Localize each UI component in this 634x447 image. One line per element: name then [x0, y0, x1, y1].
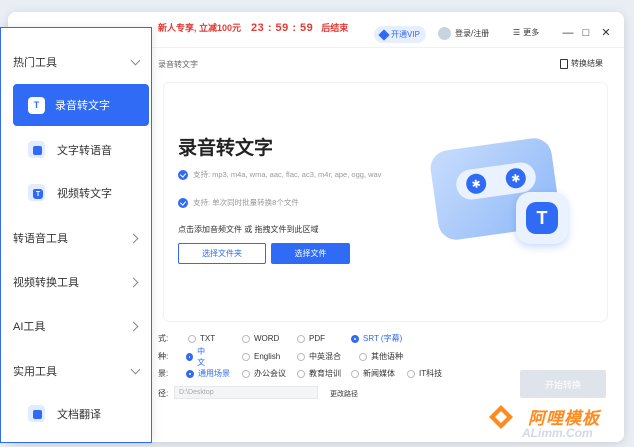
watermark: 阿哩模板 ALimm.Com — [482, 398, 632, 446]
audio-to-text-illustration: ✱ ✱ T — [428, 135, 578, 260]
sidebar-group-label: 热门工具 — [13, 57, 57, 69]
sidebar-group-utility-tools[interactable]: 实用工具 — [13, 363, 143, 379]
language-radio-other[interactable]: 其他语种 — [359, 351, 403, 362]
sidebar-group-video-tools[interactable]: 视频转换工具 — [13, 274, 143, 290]
vip-label: 开通VIP — [391, 30, 420, 39]
text-t-icon: T — [516, 192, 568, 244]
scene-label: 景: — [158, 369, 169, 378]
language-radio-mixed[interactable]: 中英混合 — [297, 351, 341, 362]
more-label: 更多 — [523, 28, 540, 37]
chevron-down-icon — [130, 55, 141, 65]
page-title: 录音转文字 — [178, 138, 274, 159]
sidebar-item-label: 文字转语音 — [57, 144, 112, 157]
language-radio-chinese[interactable]: 中文 — [186, 346, 206, 368]
scene-radio-it[interactable]: IT科技 — [407, 368, 442, 379]
scene-radio-meeting[interactable]: 办公会议 — [242, 368, 286, 379]
drop-hint: 点击添加音频文件 或 拖拽文件到此区域 — [178, 225, 319, 234]
scene-row: 景: 通用场景 办公会议 教育培训 新闻媒体 IT科技 — [158, 368, 442, 379]
scene-radio-general[interactable]: 通用场景 — [186, 368, 230, 379]
breadcrumb: 录音转文字 — [158, 60, 198, 69]
feature-batch-text: 支持: 单次同时批量转换8个文件 — [193, 198, 299, 207]
promo-countdown: 23 : 59 : 59 — [251, 21, 314, 34]
text-to-speech-icon — [28, 141, 45, 158]
login-label: 登录/注册 — [455, 29, 490, 38]
close-button[interactable]: ✕ — [600, 27, 612, 39]
conversion-results-label: 转换结果 — [571, 59, 603, 68]
promo-tail: 后结束 — [321, 23, 349, 33]
sidebar-item-label: 文档翻译 — [57, 408, 101, 421]
feature-formats: 支持: mp3, m4a, wma, aac, flac, ac3, m4r, … — [178, 170, 413, 180]
avatar-icon — [438, 27, 451, 40]
promo-text: 新人专享, 立减100元 — [158, 23, 242, 33]
sidebar-group-speech-tools[interactable]: 转语音工具 — [13, 230, 143, 246]
language-row: 种: 中文 English 中英混合 其他语种 — [158, 347, 403, 367]
check-icon — [178, 170, 188, 180]
diamond-icon — [378, 28, 390, 41]
language-radio-english[interactable]: English — [242, 352, 280, 361]
format-row: 式: TXT WORD PDF SRT (字幕) — [158, 333, 402, 344]
format-radio-word[interactable]: WORD — [242, 334, 279, 343]
feature-formats-text: 支持: mp3, m4a, wma, aac, flac, ac3, m4r, … — [193, 170, 382, 179]
sidebar-item-audio-to-text[interactable]: T 录音转文字 — [13, 84, 149, 126]
feature-batch: 支持: 单次同时批量转换8个文件 — [178, 198, 299, 208]
chevron-right-icon — [128, 233, 139, 243]
sidebar-group-ai-tools[interactable]: AI工具 — [13, 318, 143, 334]
output-path-field[interactable]: D:\Desktop — [174, 386, 318, 399]
watermark-logo-icon — [489, 405, 513, 429]
menu-icon: ☰ — [513, 28, 521, 37]
scene-radio-news[interactable]: 新闻媒体 — [351, 368, 395, 379]
format-label: 式: — [158, 334, 169, 343]
sidebar-item-label: 视频转文字 — [57, 187, 112, 200]
select-folder-button[interactable]: 选择文件夹 — [178, 243, 266, 264]
minimize-button[interactable]: — — [562, 27, 574, 39]
language-label: 种: — [158, 352, 169, 361]
chevron-right-icon — [128, 321, 139, 331]
sidebar-item-label: 录音转文字 — [55, 100, 110, 112]
start-convert-label: 开始转换 — [544, 379, 581, 390]
watermark-url: ALimm.Com — [522, 426, 593, 440]
sidebar-group-hot-tools[interactable]: 热门工具 — [13, 54, 143, 70]
audio-to-text-icon: T — [28, 96, 45, 114]
vip-button[interactable]: 开通VIP — [374, 26, 426, 43]
sidebar-group-label: 实用工具 — [13, 366, 57, 378]
sidebar-item-document-translate[interactable]: 文档翻译 — [28, 405, 101, 422]
start-convert-button[interactable]: 开始转换 — [520, 370, 606, 398]
change-path-link[interactable]: 更改路径 — [330, 389, 358, 399]
document-translate-icon — [28, 405, 45, 422]
promo-banner[interactable]: 新人专享, 立减100元 23 : 59 : 59 后结束 — [158, 21, 348, 34]
chevron-down-icon — [130, 364, 141, 374]
format-radio-srt[interactable]: SRT (字幕) — [351, 333, 402, 344]
chevron-right-icon — [128, 277, 139, 287]
login-button[interactable]: 登录/注册 — [438, 27, 489, 40]
sidebar-group-label: 转语音工具 — [13, 233, 68, 245]
sidebar-group-label: 视频转换工具 — [13, 277, 79, 289]
conversion-results-link[interactable]: 转换结果 — [560, 58, 603, 69]
format-radio-txt[interactable]: TXT — [188, 334, 215, 343]
sidebar-item-text-to-speech[interactable]: 文字转语音 — [28, 141, 112, 158]
format-radio-pdf[interactable]: PDF — [297, 334, 325, 343]
more-menu-button[interactable]: ☰ 更多 — [513, 27, 539, 38]
document-icon — [560, 58, 568, 69]
video-to-text-icon: T — [28, 184, 45, 201]
maximize-button[interactable]: □ — [580, 27, 592, 39]
check-icon — [178, 198, 188, 208]
select-file-button[interactable]: 选择文件 — [271, 243, 350, 264]
sidebar-item-video-to-text[interactable]: T 视频转文字 — [28, 184, 112, 201]
scene-radio-education[interactable]: 教育培训 — [297, 368, 341, 379]
tool-sidebar: 热门工具 T 录音转文字 文字转语音 T 视频转文字 转语音工具 视频转换工具 … — [0, 27, 152, 443]
sidebar-group-label: AI工具 — [13, 321, 46, 333]
